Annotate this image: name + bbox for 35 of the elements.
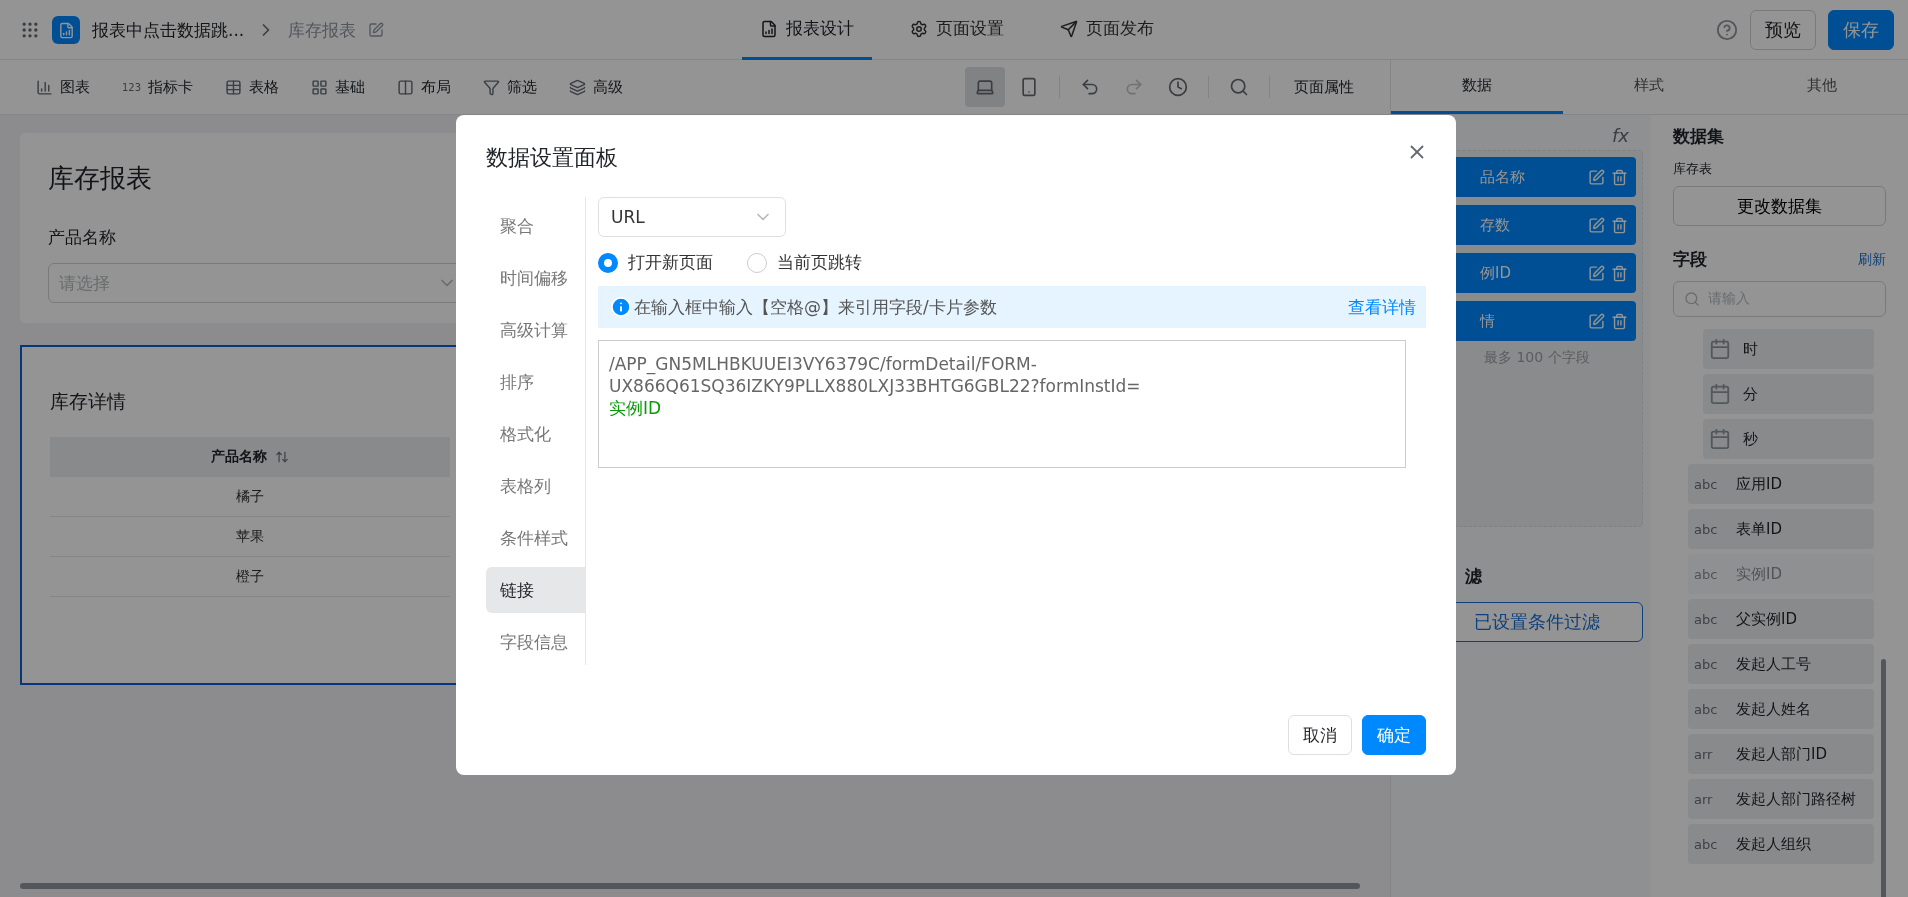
number-glyph: 123 — [122, 81, 142, 93]
dataset-heading: 数据集 — [1673, 125, 1725, 148]
field-name: 表单ID — [1736, 519, 1782, 539]
field-name: 发起人部门路径树 — [1736, 789, 1856, 809]
field-type: abc — [1694, 611, 1719, 627]
hint-text: 在输入框中输入【空格@】来引用字段/卡片参数 — [634, 295, 997, 319]
fields-heading: 字段 — [1673, 248, 1707, 271]
field-type: abc — [1694, 476, 1719, 492]
field-type: abc — [1694, 566, 1719, 582]
field-type: arr — [1694, 791, 1714, 807]
field-type: arr — [1694, 746, 1714, 762]
field-type: abc — [1694, 656, 1719, 672]
report-title: 库存报表 — [48, 162, 152, 195]
table-title: 库存详情 — [50, 389, 126, 414]
field-type: abc — [1694, 521, 1719, 537]
field-name: 发起人组织 — [1736, 834, 1811, 854]
filter-label: 产品名称 — [48, 226, 116, 249]
field-type: abc — [1694, 836, 1719, 852]
field-name: 发起人工号 — [1736, 654, 1811, 674]
field-name: 发起人姓名 — [1736, 699, 1811, 719]
field-type: abc — [1694, 701, 1719, 717]
dialog-title: 数据设置面板 — [486, 144, 618, 172]
field-name: 发起人部门ID — [1736, 744, 1827, 764]
table-cell: 苹果 — [50, 517, 450, 557]
field-name: 时 — [1743, 339, 1758, 359]
table-cell: 橙子 — [50, 557, 450, 597]
field-token: 实例ID — [609, 397, 663, 419]
field-name: 分 — [1743, 384, 1758, 404]
field-name: 秒 — [1743, 429, 1758, 449]
filter-heading: 滤 — [1465, 565, 1483, 588]
table-cell: 橘子 — [50, 477, 450, 517]
field-name: 应用ID — [1736, 474, 1782, 494]
field-name: 父实例ID — [1736, 609, 1797, 629]
dataset-name: 库存表 — [1673, 160, 1713, 178]
field-name: 实例ID — [1736, 564, 1782, 584]
